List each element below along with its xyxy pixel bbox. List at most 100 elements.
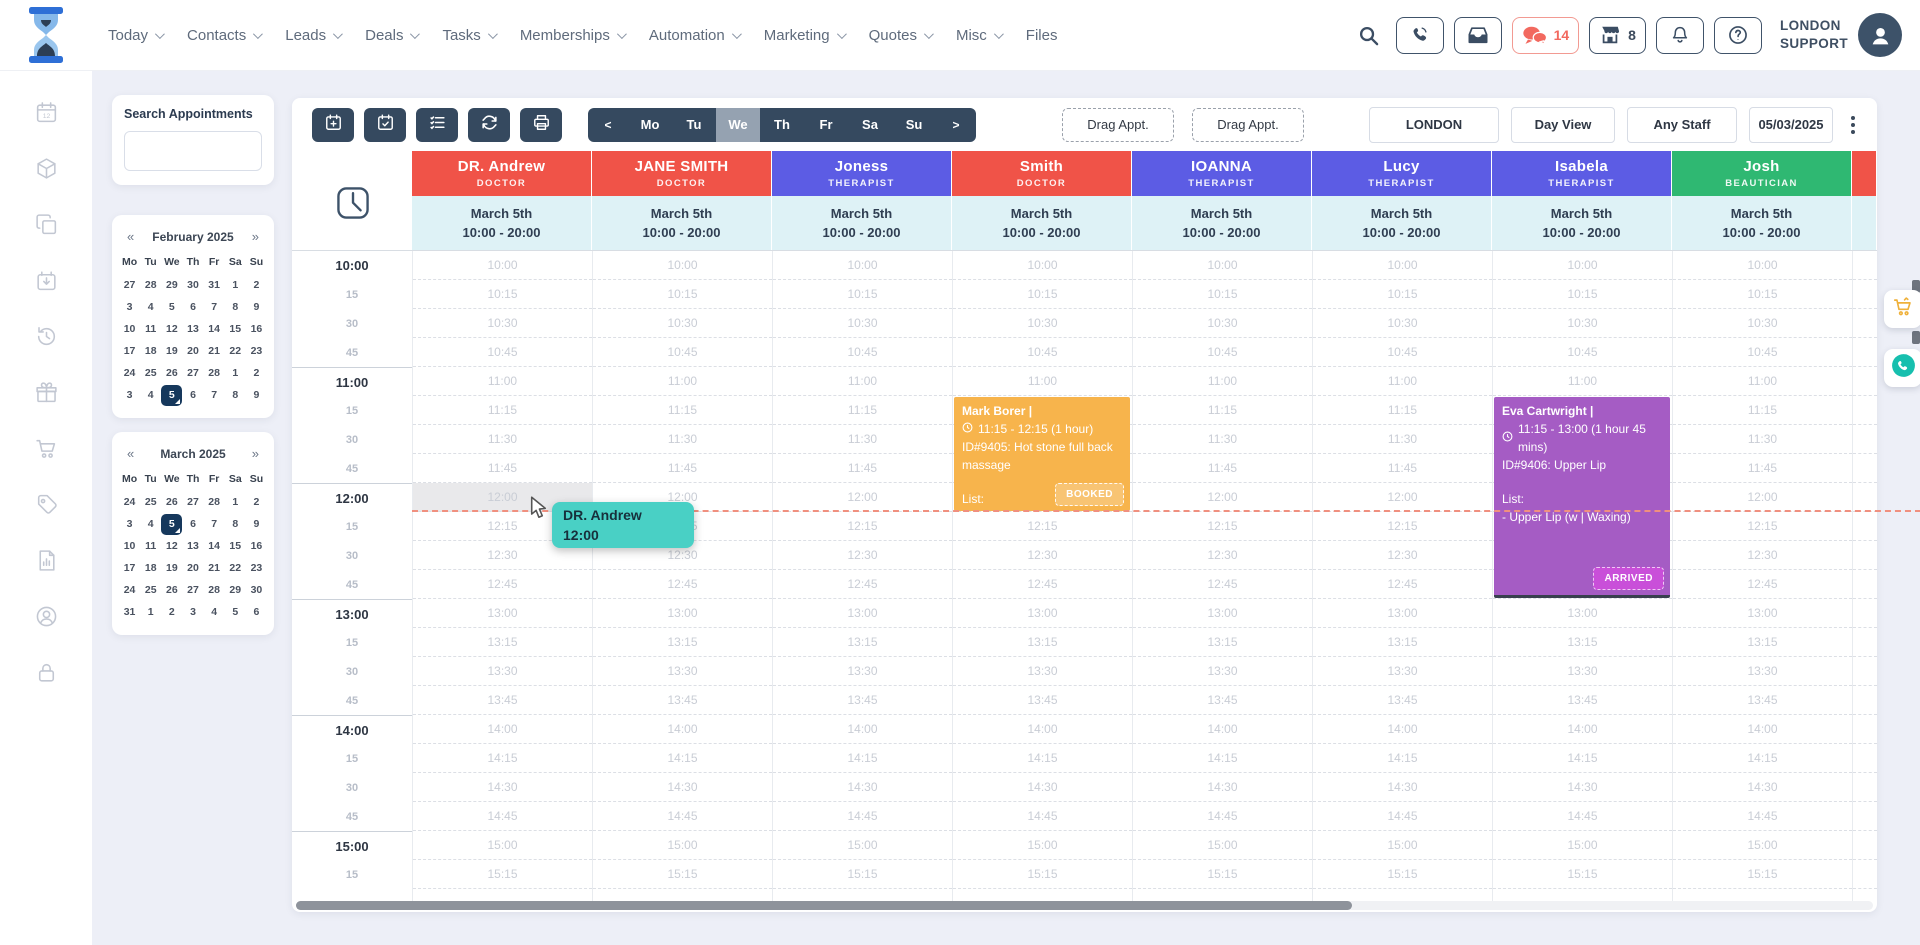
time-slot-cell[interactable] xyxy=(1853,802,1877,831)
time-slot-cell[interactable] xyxy=(1853,570,1877,599)
time-slot-cell[interactable]: 11:00 xyxy=(1313,367,1492,396)
calendar-day[interactable]: 10 xyxy=(119,536,140,557)
time-slot-cell[interactable]: 11:15 xyxy=(773,396,952,425)
time-slot-cell[interactable]: 12:45 xyxy=(413,570,592,599)
calendar-day[interactable]: 13 xyxy=(182,319,203,340)
day-tab-fr[interactable]: Fr xyxy=(804,108,848,142)
day-tab-su[interactable]: Su xyxy=(892,108,936,142)
time-slot-cell[interactable]: 15:00 xyxy=(413,831,592,860)
calendar-day[interactable]: 7 xyxy=(204,297,225,318)
time-slot-cell[interactable]: 13:15 xyxy=(953,628,1132,657)
time-slot-cell[interactable]: 14:45 xyxy=(1673,802,1852,831)
nav-item-today[interactable]: Today xyxy=(108,27,162,44)
time-slot-cell[interactable]: 15:00 xyxy=(1673,831,1852,860)
calendar-day[interactable]: 5 xyxy=(161,385,182,406)
calendar-day[interactable]: 27 xyxy=(182,363,203,384)
time-slot-cell[interactable]: 12:45 xyxy=(1133,570,1312,599)
time-slot-cell[interactable]: 11:45 xyxy=(1313,454,1492,483)
time-slot-cell[interactable]: 13:30 xyxy=(1133,657,1312,686)
time-slot-cell[interactable] xyxy=(1853,251,1877,280)
calendar-day[interactable]: 27 xyxy=(182,492,203,513)
time-slot-cell[interactable]: 11:00 xyxy=(773,367,952,396)
time-slot-cell[interactable]: 10:45 xyxy=(773,338,952,367)
time-slot-cell[interactable]: 13:00 xyxy=(1673,599,1852,628)
time-slot-cell[interactable]: 14:00 xyxy=(593,715,772,744)
time-slot-cell[interactable]: 14:45 xyxy=(1313,802,1492,831)
calendar-check-button[interactable] xyxy=(364,108,406,142)
time-slot-cell[interactable]: 14:00 xyxy=(1673,715,1852,744)
search-icon[interactable] xyxy=(1357,24,1380,47)
calendar-day[interactable]: 25 xyxy=(140,363,161,384)
app-logo[interactable] xyxy=(24,6,70,64)
calendar-day[interactable]: 30 xyxy=(182,275,203,296)
inbox-button[interactable] xyxy=(1454,17,1502,54)
time-slot-cell[interactable]: 14:30 xyxy=(773,773,952,802)
time-slot-cell[interactable]: 14:30 xyxy=(953,773,1132,802)
calendar-day[interactable]: 10 xyxy=(119,319,140,340)
time-slot-cell[interactable]: 14:45 xyxy=(413,802,592,831)
calendar-day[interactable]: 24 xyxy=(119,580,140,601)
calendar-day[interactable]: 4 xyxy=(140,385,161,406)
calendar-day[interactable]: 3 xyxy=(119,514,140,535)
time-slot-cell[interactable]: 11:45 xyxy=(593,454,772,483)
time-slot-cell[interactable]: 10:00 xyxy=(953,251,1132,280)
calendar-day[interactable]: 31 xyxy=(204,275,225,296)
time-slot-cell[interactable]: 14:45 xyxy=(593,802,772,831)
time-slot-cell[interactable]: 12:15 xyxy=(1673,512,1852,541)
appointment-card[interactable]: Eva Cartwright |11:15 - 13:00 (1 hour 45… xyxy=(1494,397,1670,598)
time-slot-cell[interactable] xyxy=(1853,657,1877,686)
time-slot-cell[interactable]: 13:15 xyxy=(1313,628,1492,657)
time-slot-cell[interactable]: 10:45 xyxy=(1133,338,1312,367)
time-slot-cell[interactable]: 13:00 xyxy=(773,599,952,628)
calendar-day[interactable]: 1 xyxy=(225,363,246,384)
nav-item-misc[interactable]: Misc xyxy=(956,27,1001,44)
appointment-card[interactable]: Mark Borer |11:15 - 12:15 (1 hour)ID#940… xyxy=(954,397,1130,511)
time-slot-cell[interactable]: 10:30 xyxy=(1313,309,1492,338)
time-slot-cell[interactable]: 15:15 xyxy=(953,860,1132,889)
store-button[interactable]: 8 xyxy=(1589,17,1646,54)
time-slot-cell[interactable]: 14:45 xyxy=(1133,802,1312,831)
time-slot-cell[interactable]: 12:30 xyxy=(1673,541,1852,570)
calendar-day[interactable]: 24 xyxy=(119,363,140,384)
time-slot-cell[interactable]: 10:00 xyxy=(413,251,592,280)
time-slot-cell[interactable] xyxy=(1853,338,1877,367)
calendar-day[interactable]: 19 xyxy=(161,558,182,579)
time-slot-cell[interactable]: 14:00 xyxy=(1313,715,1492,744)
time-slot-cell[interactable]: 13:00 xyxy=(1493,599,1672,628)
calendar-day[interactable]: 12 xyxy=(161,536,182,557)
time-slot-cell[interactable]: 11:45 xyxy=(1673,454,1852,483)
sidebar-item-report[interactable] xyxy=(33,550,59,576)
time-slot-cell[interactable]: 14:15 xyxy=(1673,744,1852,773)
time-slot-cell[interactable]: 13:45 xyxy=(593,686,772,715)
nav-item-deals[interactable]: Deals xyxy=(365,27,417,44)
time-slot-cell[interactable]: 13:00 xyxy=(1133,599,1312,628)
calendar-day[interactable]: 22 xyxy=(225,341,246,362)
time-slot-cell[interactable]: 10:00 xyxy=(1493,251,1672,280)
time-slot-cell[interactable]: 11:45 xyxy=(1133,454,1312,483)
time-slot-cell[interactable]: 12:00 xyxy=(1313,483,1492,512)
drag-appt-button-1[interactable]: Drag Appt. xyxy=(1062,108,1174,142)
time-slot-cell[interactable]: 10:15 xyxy=(1133,280,1312,309)
calendar-day[interactable]: 7 xyxy=(204,385,225,406)
time-slot-cell[interactable]: 10:15 xyxy=(1313,280,1492,309)
time-slot-cell[interactable]: 15:00 xyxy=(1313,831,1492,860)
time-slot-cell[interactable]: 14:30 xyxy=(413,773,592,802)
calendar-day[interactable]: 22 xyxy=(225,558,246,579)
calendar-day[interactable]: 4 xyxy=(140,514,161,535)
calendar-day[interactable]: 26 xyxy=(161,580,182,601)
time-slot-cell[interactable]: 13:45 xyxy=(773,686,952,715)
time-slot-cell[interactable]: 11:30 xyxy=(1673,425,1852,454)
time-slot-cell[interactable]: 15:15 xyxy=(1673,860,1852,889)
time-slot-cell[interactable]: 15:15 xyxy=(1313,860,1492,889)
time-slot-cell[interactable]: 11:15 xyxy=(593,396,772,425)
time-slot-cell[interactable]: 10:15 xyxy=(593,280,772,309)
calendar-day[interactable]: 6 xyxy=(246,602,267,623)
more-options-button[interactable] xyxy=(1845,112,1861,138)
calendar-day[interactable]: 1 xyxy=(225,275,246,296)
time-slot-cell[interactable]: 13:30 xyxy=(1493,657,1672,686)
time-slot-cell[interactable]: 10:00 xyxy=(593,251,772,280)
time-slot-cell[interactable]: 12:45 xyxy=(953,570,1132,599)
calendar-day[interactable]: 2 xyxy=(161,602,182,623)
sidebar-item-calendar[interactable]: 12 xyxy=(33,102,59,128)
checklist-button[interactable] xyxy=(416,108,458,142)
